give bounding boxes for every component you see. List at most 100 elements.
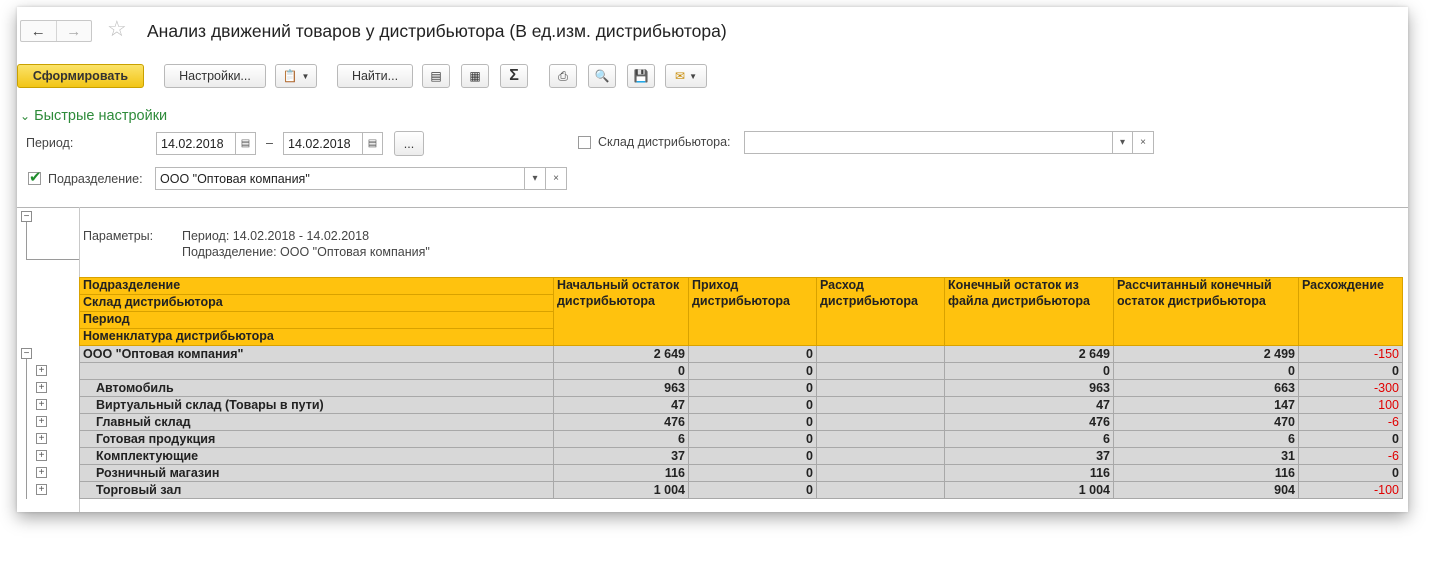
cell-diff: -150 bbox=[1298, 345, 1403, 363]
calendar-icon: ▤ bbox=[367, 138, 378, 149]
clear-x-icon: × bbox=[553, 173, 559, 184]
division-label: Подразделение: bbox=[48, 172, 143, 186]
chevron-down-icon: ⌄ bbox=[20, 109, 31, 123]
header-group-2: Период bbox=[79, 311, 554, 329]
row-name: Розничный магазин bbox=[79, 464, 554, 482]
warehouse-field[interactable] bbox=[744, 131, 1133, 154]
collapse-groups-icon: ▤ bbox=[430, 69, 442, 83]
cell-in: 0 bbox=[688, 413, 817, 431]
envelope-icon: ✉ bbox=[675, 69, 686, 83]
cell-diff: -300 bbox=[1298, 379, 1403, 397]
row-expand-toggle[interactable]: + bbox=[36, 382, 47, 393]
collapse-groups-button[interactable]: ▤ bbox=[422, 64, 450, 88]
cell-start: 2 649 bbox=[553, 345, 689, 363]
cell-diff: -6 bbox=[1298, 447, 1403, 465]
forward-button[interactable]: → bbox=[55, 21, 92, 41]
row-expand-toggle[interactable]: + bbox=[36, 399, 47, 410]
dropdown-arrow-icon: ▾ bbox=[532, 173, 538, 184]
calendar-to-button[interactable]: ▤ bbox=[362, 132, 383, 155]
params-collapse-toggle[interactable]: − bbox=[21, 211, 32, 222]
cell-end-calc: 0 bbox=[1113, 362, 1299, 380]
cell-start: 963 bbox=[553, 379, 689, 397]
settings-button[interactable]: Настройки... bbox=[164, 64, 266, 88]
cell-in: 0 bbox=[688, 379, 817, 397]
period-select-button[interactable]: ... bbox=[394, 131, 424, 156]
header-group-0: Подразделение bbox=[79, 277, 554, 295]
cell-end-calc: 663 bbox=[1113, 379, 1299, 397]
find-button[interactable]: Найти... bbox=[337, 64, 413, 88]
row-expand-toggle[interactable]: + bbox=[36, 365, 47, 376]
division-field[interactable]: ООО "Оптовая компания" bbox=[155, 167, 546, 190]
header-end-calc: Рассчитанный конечный остаток дистрибьют… bbox=[1113, 277, 1299, 346]
sum-button[interactable]: Σ bbox=[500, 64, 528, 88]
cell-out bbox=[816, 464, 945, 482]
warehouse-clear-button[interactable]: × bbox=[1132, 131, 1154, 154]
division-dropdown-button[interactable]: ▾ bbox=[524, 167, 546, 190]
table-row[interactable]: 00000 bbox=[79, 362, 1403, 380]
date-from-value: 14.02.2018 bbox=[161, 136, 224, 151]
report-separator bbox=[17, 207, 1408, 208]
period-dash: – bbox=[266, 136, 273, 150]
table-row[interactable]: Торговый зал 1 004 0 1 004 904 -100 bbox=[79, 481, 1403, 499]
cell-end-file: 476 bbox=[944, 413, 1114, 431]
clear-x-icon: × bbox=[1140, 137, 1146, 148]
generate-button[interactable]: Сформировать bbox=[17, 64, 144, 88]
variants-dropdown-button[interactable]: 📋 ▼ bbox=[275, 64, 317, 88]
division-checkbox[interactable] bbox=[28, 168, 42, 186]
tree-line bbox=[26, 222, 27, 259]
cell-end-file: 1 004 bbox=[944, 481, 1114, 499]
row-name: Готовая продукция bbox=[79, 430, 554, 448]
cell-in: 0 bbox=[688, 464, 817, 482]
preview-button[interactable]: 🔍 bbox=[588, 64, 616, 88]
warehouse-label: Склад дистрибьютора: bbox=[598, 135, 731, 149]
printer-icon: ⎙ bbox=[558, 68, 568, 83]
save-button[interactable]: 💾 bbox=[627, 64, 655, 88]
row-expand-toggle[interactable]: + bbox=[36, 433, 47, 444]
row-name: Автомобиль bbox=[79, 379, 554, 397]
period-label: Период: bbox=[26, 136, 74, 150]
calendar-from-button[interactable]: ▤ bbox=[235, 132, 256, 155]
save-disk-icon: 💾 bbox=[633, 69, 649, 83]
table-row[interactable]: Комплектующие 37 0 37 31 -6 bbox=[79, 447, 1403, 465]
cell-start: 476 bbox=[553, 413, 689, 431]
row-expand-toggle[interactable]: + bbox=[36, 416, 47, 427]
group-collapse-toggle[interactable]: − bbox=[21, 348, 32, 359]
warehouse-checkbox[interactable] bbox=[578, 136, 591, 149]
table-row[interactable]: Розничный магазин 116 0 116 116 0 bbox=[79, 464, 1403, 482]
table-row[interactable]: Главный склад 476 0 476 470 -6 bbox=[79, 413, 1403, 431]
cell-end-file: 37 bbox=[944, 447, 1114, 465]
window-title: Анализ движений товаров у дистрибьютора … bbox=[147, 21, 727, 41]
division-clear-button[interactable]: × bbox=[545, 167, 567, 190]
row-expand-toggle[interactable]: + bbox=[36, 484, 47, 495]
row-name: Виртуальный склад (Товары в пути) bbox=[79, 396, 554, 414]
expand-groups-button[interactable]: ▦ bbox=[461, 64, 489, 88]
cell-end-calc: 147 bbox=[1113, 396, 1299, 414]
cell-end-calc: 904 bbox=[1113, 481, 1299, 499]
row-expand-toggle[interactable]: + bbox=[36, 467, 47, 478]
report-table-container: Подразделение Начальный остаток дистрибь… bbox=[79, 277, 1403, 499]
table-row[interactable]: Готовая продукция 6 0 6 6 0 bbox=[79, 430, 1403, 448]
cell-start: 6 bbox=[553, 430, 689, 448]
params-label: Параметры: bbox=[83, 229, 154, 243]
print-button[interactable]: ⎙ bbox=[549, 64, 577, 88]
row-name: ООО "Оптовая компания" bbox=[79, 345, 554, 363]
cell-diff: 0 bbox=[1298, 464, 1403, 482]
table-row[interactable]: Виртуальный склад (Товары в пути) 47 0 47 14… bbox=[79, 396, 1403, 414]
report-window: ← → ☆ Анализ движений товаров у дистрибь… bbox=[17, 7, 1408, 512]
row-expand-toggle[interactable]: + bbox=[36, 450, 47, 461]
table-row[interactable]: Автомобиль 963 0 963 663 -300 bbox=[79, 379, 1403, 397]
quick-settings-toggle[interactable]: ⌄ Быстрые настройки bbox=[20, 108, 167, 124]
table-row[interactable]: ООО "Оптовая компания" 2 649 0 2 649 2 499 -1… bbox=[79, 345, 1403, 363]
cell-out bbox=[816, 447, 945, 465]
cell-out bbox=[816, 396, 945, 414]
warehouse-dropdown-button[interactable]: ▾ bbox=[1112, 131, 1133, 154]
dropdown-arrow-icon: ▼ bbox=[301, 71, 310, 81]
header-end-file: Конечный остаток из файла дистрибьютора bbox=[944, 277, 1114, 346]
cell-out bbox=[816, 345, 945, 363]
send-mail-button[interactable]: ✉ ▼ bbox=[665, 64, 707, 88]
cell-out bbox=[816, 413, 945, 431]
cell-diff: 0 bbox=[1298, 430, 1403, 448]
cell-end-file: 6 bbox=[944, 430, 1114, 448]
back-button[interactable]: ← bbox=[21, 21, 56, 41]
favorite-star-icon[interactable]: ☆ bbox=[107, 18, 127, 40]
